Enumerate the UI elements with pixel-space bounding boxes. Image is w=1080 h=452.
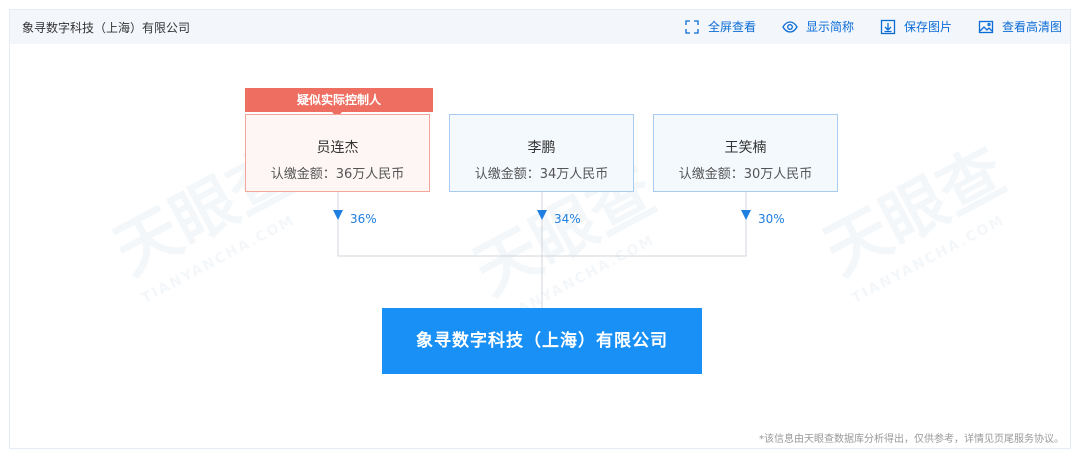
share-percent: 34% <box>554 212 581 226</box>
arrow-down-icon <box>537 210 547 220</box>
disclaimer-note: *该信息由天眼查数据库分析得出，仅供参考，详情见页尾服务协议。 <box>759 434 1064 445</box>
arrow-down-icon <box>741 210 751 220</box>
arrow-down-icon <box>333 210 343 220</box>
share-percent: 30% <box>758 212 785 226</box>
share-percent: 36% <box>350 212 377 226</box>
company-node[interactable]: 象寻数字科技（上海）有限公司 <box>382 308 702 374</box>
connector-lines <box>333 192 751 308</box>
